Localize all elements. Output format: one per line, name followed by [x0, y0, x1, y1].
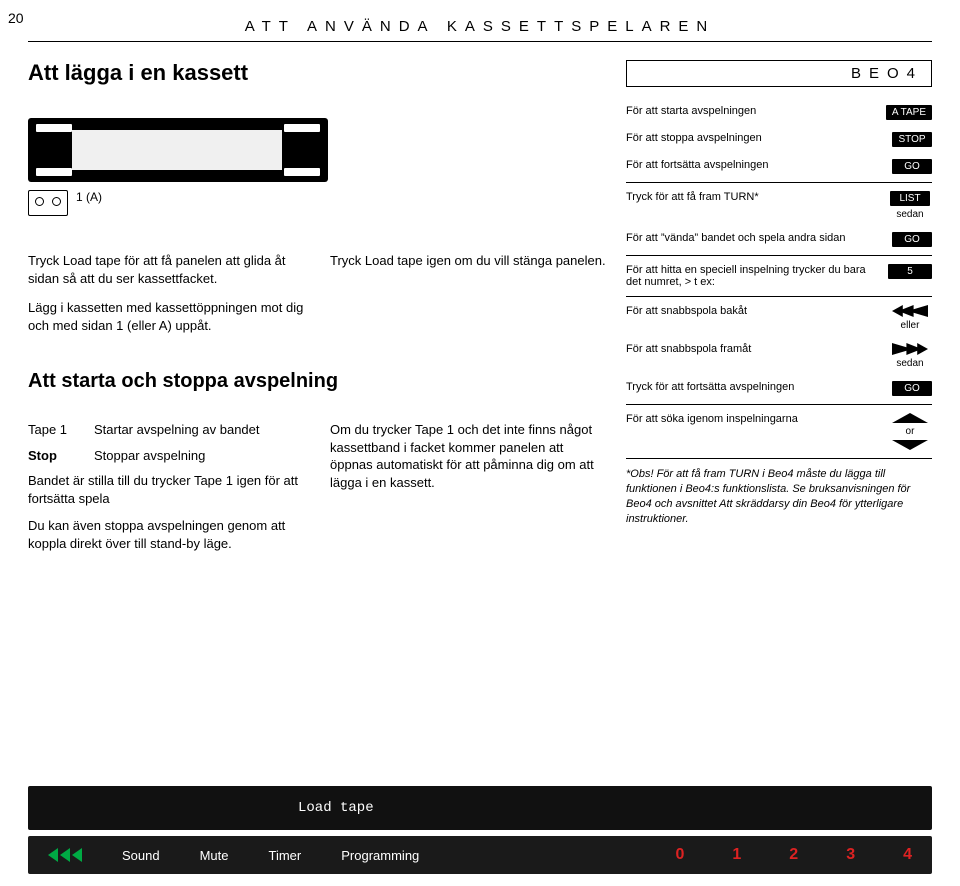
row-start: För att starta avspelningen A TAPE	[626, 99, 932, 126]
instr-continue: Bandet är stilla till du trycker Tape 1 …	[28, 472, 306, 507]
instr-standby: Du kan även stoppa avspelningen genom at…	[28, 517, 306, 552]
instr-open-panel: Tryck Load tape för att få panelen att g…	[28, 252, 306, 287]
btn-num-1[interactable]: 1	[732, 846, 741, 864]
label-flip-side: För att ”vända” bandet och spela andra s…	[626, 232, 882, 244]
device-panel: Load tape Sound Mute Timer Programming 0…	[28, 786, 932, 874]
page-number: 20	[8, 10, 24, 26]
panel-illustration	[350, 152, 600, 216]
row-rewind: För att snabbspola bakåt eller	[626, 299, 932, 337]
desc-tape1: Startar avspelning av bandet	[94, 421, 260, 439]
chip-list: LIST	[890, 191, 930, 206]
label-continue-2: Tryck för att fortsätta avspelningen	[626, 381, 882, 393]
lcd-display: Load tape	[28, 786, 932, 830]
row-search: För att söka igenom inspelningarna or	[626, 407, 932, 456]
label-fast-forward: För att snabbspola framåt	[626, 343, 878, 355]
chip-go: GO	[892, 159, 932, 174]
row-turn: Tryck för att få fram TURN* LIST sedan	[626, 185, 932, 226]
chip-stop: STOP	[892, 132, 932, 147]
btn-num-3[interactable]: 3	[846, 846, 855, 864]
btn-timer[interactable]: Timer	[269, 848, 302, 863]
cassette-slot-illustration	[28, 118, 328, 182]
fast-forward-icon	[892, 343, 928, 355]
row-ffwd: För att snabbspola framåt sedan	[626, 337, 932, 375]
row-find-track: För att hitta en speciell inspelning try…	[626, 258, 932, 294]
lcd-text: Load tape	[298, 800, 374, 816]
label-find-track: För att hitta en speciell inspelning try…	[626, 264, 878, 288]
chip-atape: A TAPE	[886, 105, 932, 120]
cassette-icon	[28, 190, 68, 216]
heading-insert-cassette: Att lägga i en kassett	[28, 60, 608, 86]
label-eller-1: eller	[901, 320, 920, 331]
row-flip: För att ”vända” bandet och spela andra s…	[626, 226, 932, 253]
chip-go-2: GO	[892, 232, 932, 247]
label-search: För att söka igenom inspelningarna	[626, 413, 878, 425]
instr-close-panel: Tryck Load tape igen om du vill stänga p…	[330, 252, 608, 270]
btn-programming[interactable]: Programming	[341, 848, 419, 863]
btn-sound[interactable]: Sound	[122, 848, 160, 863]
cassette-side-label: 1 (A)	[76, 190, 102, 204]
left-arrow-cluster-icon[interactable]	[48, 848, 82, 862]
btn-num-0[interactable]: 0	[675, 846, 684, 864]
row-stop: Stop Stoppar avspelning	[28, 447, 306, 465]
btn-mute[interactable]: Mute	[200, 848, 229, 863]
btn-num-4[interactable]: 4	[903, 846, 912, 864]
rewind-icon	[892, 305, 928, 317]
instr-insert: Lägg i kassetten med kassettöppningen mo…	[28, 299, 306, 334]
row-stop-playback: För att stoppa avspelningen STOP	[626, 126, 932, 153]
label-tape1: Tape 1	[28, 421, 84, 439]
down-arrow-icon	[892, 440, 928, 450]
label-sedan-2: sedan	[896, 358, 923, 369]
button-row: Sound Mute Timer Programming 0 1 2 3 4	[28, 836, 932, 874]
label-rewind: För att snabbspola bakåt	[626, 305, 878, 317]
instr-no-tape: Om du trycker Tape 1 och det inte finns …	[330, 421, 608, 491]
label-turn: Tryck för att få fram TURN*	[626, 191, 878, 203]
row-continue: För att fortsätta avspelningen GO	[626, 153, 932, 180]
chip-go-3: GO	[892, 381, 932, 396]
label-sedan-1: sedan	[896, 209, 923, 220]
label-or-2: or	[906, 426, 915, 437]
label-stop: Stop	[28, 447, 84, 465]
cassette-illustration-row: 1 (A)	[28, 118, 608, 216]
beo4-header: BEO4	[626, 60, 932, 87]
up-arrow-icon	[892, 413, 928, 423]
btn-num-2[interactable]: 2	[789, 846, 798, 864]
chip-number-5: 5	[888, 264, 932, 279]
desc-stop: Stoppar avspelning	[94, 447, 205, 465]
label-stop-playback: För att stoppa avspelningen	[626, 132, 882, 144]
beo4-footnote: *Obs! För att få fram TURN i Beo4 måste …	[626, 467, 932, 526]
label-start-playback: För att starta avspelningen	[626, 105, 876, 117]
row-tape1: Tape 1 Startar avspelning av bandet	[28, 421, 306, 439]
top-rule	[28, 41, 932, 42]
heading-start-stop: Att starta och stoppa avspelning	[28, 370, 608, 393]
row-continue-2: Tryck för att fortsätta avspelningen GO	[626, 375, 932, 402]
section-header: ATT ANVÄNDA KASSETTSPELAREN	[28, 18, 932, 35]
label-continue-playback: För att fortsätta avspelningen	[626, 159, 882, 171]
